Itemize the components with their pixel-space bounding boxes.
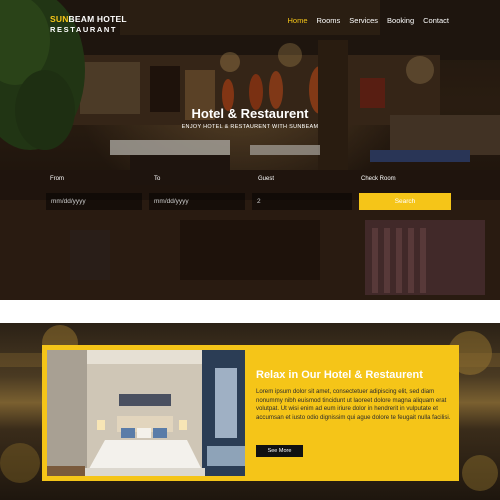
from-date-input[interactable]: mm/dd/yyyy — [46, 193, 142, 210]
hero-title: Hotel & Restaurent — [191, 106, 309, 121]
main-nav: Home Rooms Services Booking Contact — [287, 16, 449, 25]
nav-rooms[interactable]: Rooms — [317, 16, 341, 25]
from-label: From — [50, 176, 64, 182]
search-button[interactable]: Search — [359, 193, 451, 210]
brand-logo[interactable]: SUNBEAM HOTEL RESTAURANT — [50, 14, 127, 34]
about-description: Lorem ipsum dolor sit amet, consectetuer… — [256, 388, 451, 421]
hero-section: SUNBEAM HOTEL RESTAURANT Home Rooms Serv… — [0, 0, 500, 300]
guest-label: Guest — [258, 176, 275, 182]
brand-name-rest: BEAM HOTEL — [68, 14, 127, 24]
about-title: Relax in Our Hotel & Restaurent — [256, 369, 423, 381]
to-date-input[interactable]: mm/dd/yyyy — [149, 193, 245, 210]
nav-booking[interactable]: Booking — [387, 16, 414, 25]
hotel-room-photo — [47, 350, 245, 476]
hero-overlay — [0, 0, 500, 300]
booking-form: From mm/dd/yyyy To mm/dd/yyyy Guest 2 Ch… — [46, 176, 456, 212]
nav-contact[interactable]: Contact — [423, 16, 449, 25]
check-room-label: Check Room — [361, 176, 396, 182]
brand-tagline: RESTAURANT — [50, 25, 118, 34]
see-more-button[interactable]: See More — [256, 445, 303, 457]
hero-subtitle: ENJOY HOTEL & RESTAURENT WITH SUNBEAM — [181, 124, 319, 130]
to-label: To — [154, 176, 161, 182]
brand-name-accent: SUN — [50, 14, 69, 24]
nav-home[interactable]: Home — [287, 16, 307, 25]
brand-name: SUNBEAM HOTEL — [50, 14, 127, 24]
guest-input[interactable]: 2 — [252, 193, 352, 210]
nav-services[interactable]: Services — [349, 16, 378, 25]
